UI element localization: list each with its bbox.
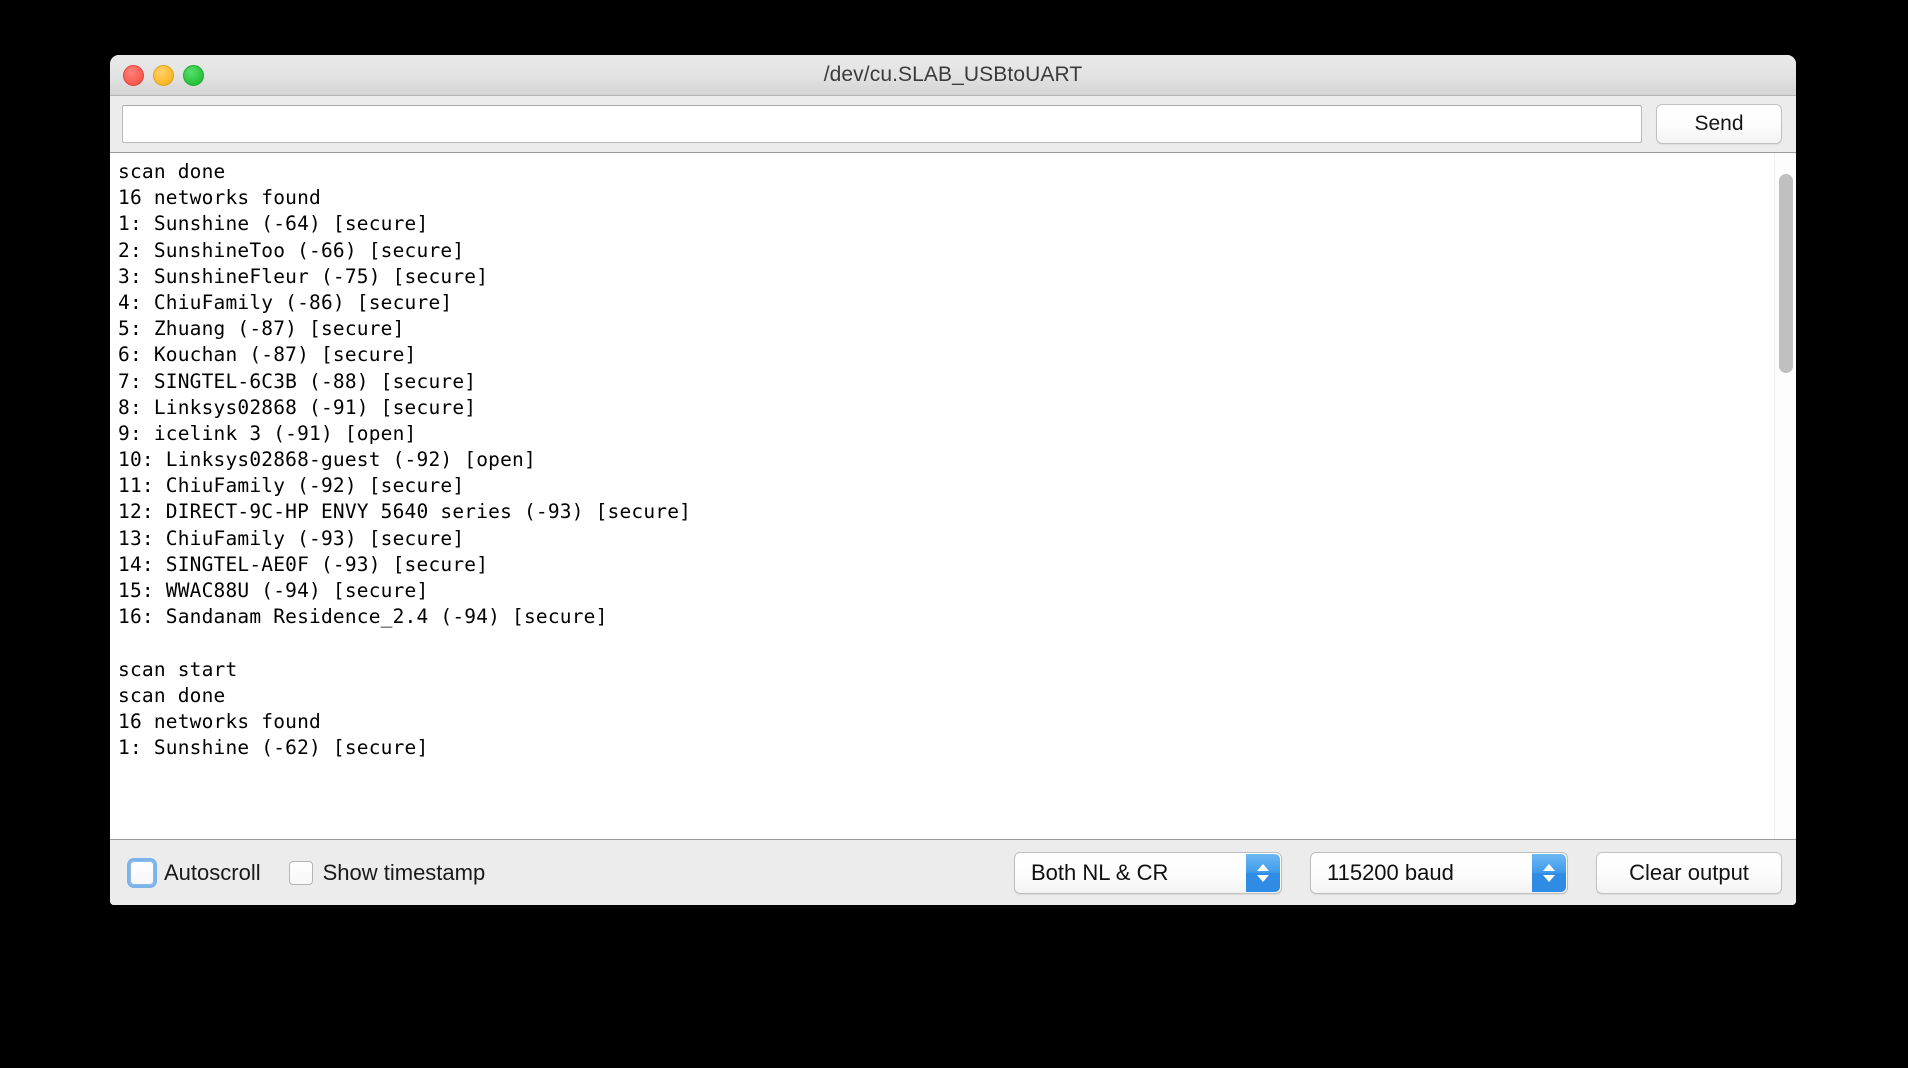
console-scrollbar[interactable]: [1774, 153, 1796, 839]
console-line: scan done: [118, 159, 1774, 185]
title-bar: /dev/cu.SLAB_USBtoUART: [110, 55, 1796, 96]
chevron-down-icon: [1257, 875, 1269, 882]
console-line: 1: Sunshine (-62) [secure]: [118, 735, 1774, 761]
console-line: 14: SINGTEL-AE0F (-93) [secure]: [118, 552, 1774, 578]
baud-rate-select[interactable]: 115200 baud: [1310, 852, 1568, 894]
console-line: 10: Linksys02868-guest (-92) [open]: [118, 447, 1774, 473]
chevron-up-icon: [1543, 864, 1555, 871]
console-line: 6: Kouchan (-87) [secure]: [118, 342, 1774, 368]
show-timestamp-label: Show timestamp: [323, 860, 486, 886]
clear-output-button[interactable]: Clear output: [1596, 852, 1782, 894]
console-line: scan done: [118, 683, 1774, 709]
console-output-area: scan done16 networks found1: Sunshine (-…: [110, 152, 1796, 840]
minimize-window-button[interactable]: [153, 65, 174, 86]
console-line: scan start: [118, 657, 1774, 683]
autoscroll-checkbox[interactable]: [130, 861, 154, 885]
console-line: 16 networks found: [118, 185, 1774, 211]
send-input[interactable]: [122, 105, 1642, 143]
show-timestamp-checkbox[interactable]: [289, 861, 313, 885]
autoscroll-checkbox-group[interactable]: Autoscroll: [130, 860, 261, 886]
desktop-background: /dev/cu.SLAB_USBtoUART Send scan done16 …: [0, 0, 1908, 1068]
chevron-up-icon: [1257, 864, 1269, 871]
console-line: 13: ChiuFamily (-93) [secure]: [118, 526, 1774, 552]
console-line: 12: DIRECT-9C-HP ENVY 5640 series (-93) …: [118, 499, 1774, 525]
baud-rate-stepper-icon[interactable]: [1532, 854, 1566, 892]
console-line: 4: ChiuFamily (-86) [secure]: [118, 290, 1774, 316]
line-ending-stepper-icon[interactable]: [1246, 854, 1280, 892]
console-text[interactable]: scan done16 networks found1: Sunshine (-…: [110, 153, 1774, 839]
console-line: [118, 630, 1774, 656]
console-line: 16: Sandanam Residence_2.4 (-94) [secure…: [118, 604, 1774, 630]
close-window-button[interactable]: [123, 65, 144, 86]
console-line: 7: SINGTEL-6C3B (-88) [secure]: [118, 369, 1774, 395]
line-ending-selected-value: Both NL & CR: [1031, 860, 1168, 886]
console-line: 15: WWAC88U (-94) [secure]: [118, 578, 1774, 604]
scrollbar-thumb[interactable]: [1779, 174, 1793, 373]
window-title: /dev/cu.SLAB_USBtoUART: [110, 63, 1796, 87]
bottom-toolbar: Autoscroll Show timestamp Both NL & CR 1…: [110, 840, 1796, 905]
console-line: 5: Zhuang (-87) [secure]: [118, 316, 1774, 342]
send-toolbar: Send: [110, 96, 1796, 152]
console-line: 9: icelink 3 (-91) [open]: [118, 421, 1774, 447]
window-controls: [123, 55, 204, 96]
console-line: 2: SunshineToo (-66) [secure]: [118, 238, 1774, 264]
show-timestamp-checkbox-group[interactable]: Show timestamp: [289, 860, 486, 886]
autoscroll-label: Autoscroll: [164, 860, 261, 886]
console-line: 3: SunshineFleur (-75) [secure]: [118, 264, 1774, 290]
maximize-window-button[interactable]: [183, 65, 204, 86]
console-line: 1: Sunshine (-64) [secure]: [118, 211, 1774, 237]
serial-monitor-window: /dev/cu.SLAB_USBtoUART Send scan done16 …: [110, 55, 1796, 905]
console-line: 16 networks found: [118, 709, 1774, 735]
line-ending-select[interactable]: Both NL & CR: [1014, 852, 1282, 894]
baud-rate-selected-value: 115200 baud: [1327, 860, 1454, 886]
chevron-down-icon: [1543, 875, 1555, 882]
send-button[interactable]: Send: [1656, 104, 1782, 144]
console-line: 11: ChiuFamily (-92) [secure]: [118, 473, 1774, 499]
console-line: 8: Linksys02868 (-91) [secure]: [118, 395, 1774, 421]
